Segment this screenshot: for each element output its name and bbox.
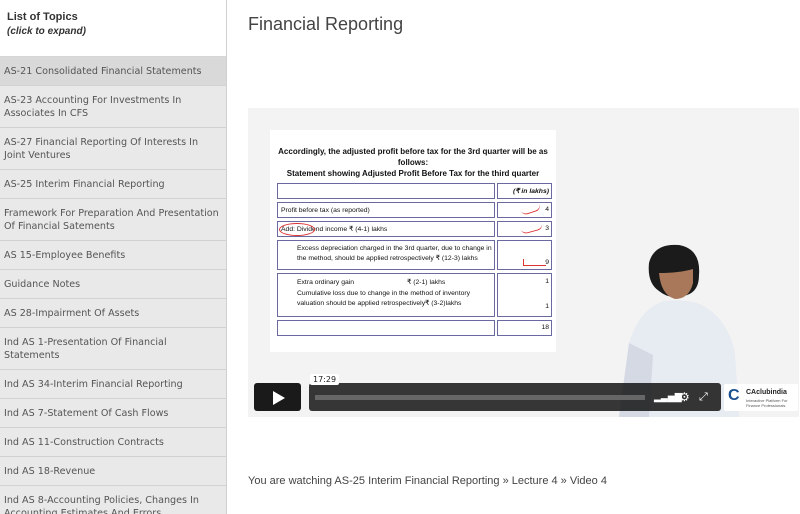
settings-icon[interactable]: ⚙	[679, 389, 690, 405]
topic-item[interactable]: AS-25 Interim Financial Reporting	[0, 170, 226, 199]
fullscreen-icon[interactable]: ⤢	[699, 389, 708, 405]
topic-label: Guidance Notes	[4, 278, 81, 290]
topic-item[interactable]: Ind AS 7-Statement Of Cash Flows	[0, 399, 226, 428]
topics-header-subtitle: (click to expand)	[7, 26, 86, 37]
topic-label: Ind AS 8-Accounting Policies, Changes In…	[4, 494, 199, 514]
control-bar: ▂▃▅▇ ⚙ ⤢	[309, 383, 721, 411]
timecode: 17:29	[310, 374, 340, 385]
brand-logo: C CAclubindia Interactive Platform For F…	[724, 384, 798, 411]
topic-item[interactable]: Ind AS 8-Accounting Policies, Changes In…	[0, 486, 226, 514]
topic-item[interactable]: AS-21 Consolidated Financial Statements	[0, 57, 226, 86]
slide-title-line: Accordingly, the adjusted profit before …	[278, 147, 548, 156]
topic-item[interactable]: AS-23 Accounting For Investments In Asso…	[0, 86, 226, 128]
table-cell	[277, 183, 495, 199]
video-controls: ▂▃▅▇ ⚙ ⤢ 17:29 C CAclubindia Interactive…	[254, 374, 798, 412]
total-value: 18	[541, 324, 549, 331]
topic-item[interactable]: Guidance Notes	[0, 270, 226, 299]
table-cell	[277, 320, 495, 336]
slide-title: Accordingly, the adjusted profit before …	[270, 146, 556, 179]
seek-bar[interactable]	[315, 395, 645, 400]
row-label-line: Excess depreciation charged in the 3rd q…	[297, 245, 492, 252]
topics-header-title: List of Topics	[7, 11, 78, 23]
profit-table: (₹ in lakhs) Profit before tax (as repor…	[277, 183, 552, 341]
topic-label: AS 15-Employee Benefits	[4, 249, 126, 261]
topic-label: Ind AS 18-Revenue	[4, 465, 96, 477]
row-amount: ₹ (2-1) lakhs	[407, 279, 446, 286]
volume-icon[interactable]: ▂▃▅▇	[654, 389, 682, 405]
row-label-line: the method, should be applied retrospect…	[297, 255, 478, 262]
topic-item[interactable]: Ind AS 11-Construction Contracts	[0, 428, 226, 457]
topic-label: Framework For Preparation And Presentati…	[4, 207, 219, 232]
row-amount: ₹ (3-2)lakhs	[425, 300, 462, 307]
play-button[interactable]	[254, 383, 301, 411]
watching-caption: You are watching AS-25 Interim Financial…	[248, 475, 607, 487]
topic-item[interactable]: Framework For Preparation And Presentati…	[0, 199, 226, 241]
topic-label: AS-25 Interim Financial Reporting	[4, 178, 165, 190]
topic-label: Ind AS 1-Presentation Of Financial State…	[4, 336, 167, 361]
handwritten-circle	[279, 223, 315, 236]
topic-label: Ind AS 11-Construction Contracts	[4, 436, 164, 448]
unit-header: (₹ in lakhs)	[512, 188, 549, 195]
row-label-line: Cumulative loss due to change in the met…	[297, 290, 471, 297]
logo-mark: C	[728, 387, 740, 404]
topic-label: AS-23 Accounting For Investments In Asso…	[4, 94, 182, 119]
logo-tagline: Interactive Platform For Finance Profess…	[746, 398, 788, 408]
handwritten-tick	[523, 259, 546, 266]
video-player[interactable]: Accordingly, the adjusted profit before …	[248, 108, 799, 417]
topic-label: Ind AS 34-Interim Financial Reporting	[4, 378, 183, 390]
topic-item[interactable]: Ind AS 34-Interim Financial Reporting	[0, 370, 226, 399]
topics-sidebar: List of Topics (click to expand) AS-21 C…	[0, 0, 227, 514]
topic-item[interactable]: AS-27 Financial Reporting Of Interests I…	[0, 128, 226, 170]
row-label-line: valuation should be applied retrospectiv…	[297, 300, 426, 307]
topic-label: AS 28-Impairment Of Assets	[4, 307, 140, 319]
row-value: 1	[545, 303, 549, 310]
slide-title-line: follows:	[397, 158, 429, 167]
row-label: Extra ordinary gain	[297, 279, 355, 286]
topic-label: AS-27 Financial Reporting Of Interests I…	[4, 136, 199, 161]
topic-label: AS-21 Consolidated Financial Statements	[4, 65, 202, 77]
topic-label: Ind AS 7-Statement Of Cash Flows	[4, 407, 169, 419]
lecture-slide: Accordingly, the adjusted profit before …	[270, 130, 556, 352]
row-value: 1	[545, 278, 549, 285]
topic-item[interactable]: AS 28-Impairment Of Assets	[0, 299, 226, 328]
slide-title-line: Statement showing Adjusted Profit Before…	[286, 169, 540, 178]
topic-item[interactable]: AS 15-Employee Benefits	[0, 241, 226, 270]
topic-item[interactable]: Ind AS 1-Presentation Of Financial State…	[0, 328, 226, 370]
topic-item[interactable]: Ind AS 18-Revenue	[0, 457, 226, 486]
logo-name: CAclubindia	[746, 389, 787, 396]
topics-header[interactable]: List of Topics (click to expand)	[0, 0, 226, 57]
row-label: Profit before tax (as reported)	[281, 207, 370, 214]
topics-list: AS-21 Consolidated Financial Statements …	[0, 57, 226, 514]
page-title: Financial Reporting	[248, 14, 404, 34]
